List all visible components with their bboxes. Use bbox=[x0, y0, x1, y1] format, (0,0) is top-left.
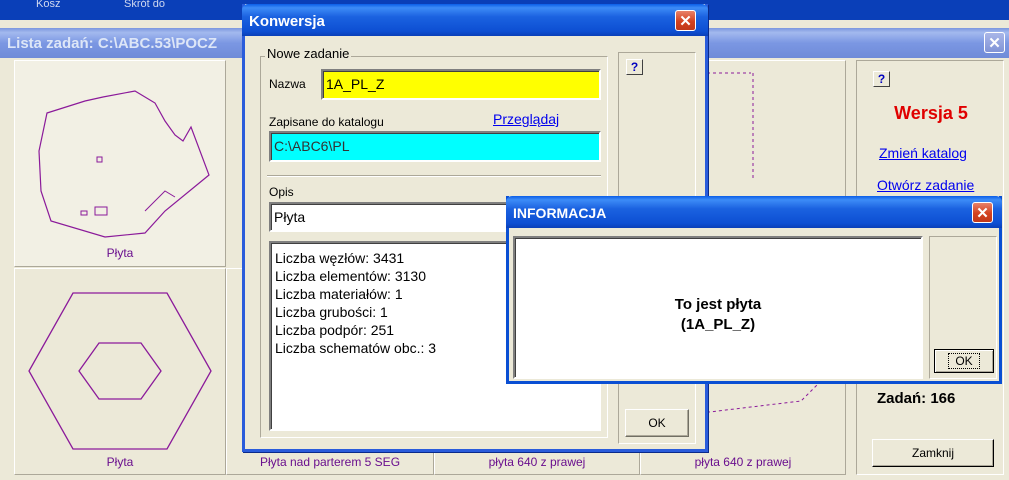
informacja-side: OK bbox=[929, 236, 997, 379]
close-icon: ✕ bbox=[976, 204, 989, 222]
name-value: 1A_PL_Z bbox=[326, 76, 385, 92]
separator bbox=[267, 175, 601, 177]
change-dir-link[interactable]: Zmień katalog bbox=[879, 145, 967, 161]
message-box: To jest płyta (1A_PL_Z) bbox=[513, 236, 923, 379]
close-icon: ✕ bbox=[988, 34, 1001, 52]
message-line-2: (1A_PL_Z) bbox=[680, 316, 756, 333]
new-task-group-label: Nowe zadanie bbox=[265, 46, 352, 61]
thumbnail-3-label: Płyta nad parterem 5 SEG bbox=[259, 455, 401, 469]
informacja-dialog: INFORMACJA ✕ To jest płyta (1A_PL_Z) OK bbox=[506, 196, 1002, 384]
task-count: Zadań: 166 bbox=[877, 390, 956, 407]
thumbnail-1-label: Płyta bbox=[106, 246, 134, 260]
stat-line: Liczba materiałów: 1 bbox=[275, 286, 403, 302]
task-list-title: Lista zadań: C:\ABC.53\POCZ bbox=[7, 35, 218, 52]
stat-line: Liczba grubości: 1 bbox=[275, 304, 388, 320]
close-icon: ✕ bbox=[679, 12, 692, 30]
thumbnail-2[interactable]: Płyta bbox=[14, 268, 226, 475]
thumbnail-1[interactable]: Płyta bbox=[14, 60, 226, 267]
stat-line: Liczba schematów obc.: 3 bbox=[275, 340, 437, 356]
desktop-item-kosz[interactable]: Kosz bbox=[36, 0, 60, 10]
konwersja-title: Konwersja bbox=[249, 13, 325, 30]
close-list-button[interactable]: Zamknij bbox=[872, 439, 994, 467]
konwersja-ok-button[interactable]: OK bbox=[625, 409, 689, 437]
informacja-title: INFORMACJA bbox=[513, 205, 607, 221]
side-help-button[interactable]: ? bbox=[873, 71, 890, 87]
version-label: Wersja 5 bbox=[894, 103, 968, 123]
browse-link[interactable]: Przeglądaj bbox=[493, 111, 559, 127]
konwersja-close-button[interactable]: ✕ bbox=[675, 10, 696, 31]
informacja-ok-button[interactable]: OK bbox=[934, 349, 994, 373]
thumbnail-4-label: płyta 640 z prawej bbox=[488, 455, 586, 469]
informacja-close-button[interactable]: ✕ bbox=[972, 202, 993, 223]
stat-line: Liczba węzłów: 3431 bbox=[275, 250, 405, 266]
open-task-link[interactable]: Otwórz zadanie bbox=[877, 177, 974, 193]
dir-label: Zapisane do katalogu bbox=[269, 115, 384, 129]
help-icon: ? bbox=[630, 60, 639, 74]
dir-value: C:\ABC6\PL bbox=[274, 138, 350, 154]
hexagon-outline bbox=[28, 292, 212, 450]
name-label: Nazwa bbox=[269, 77, 306, 91]
desc-label: Opis bbox=[269, 185, 294, 199]
desktop-item-skrot[interactable]: Skrót do bbox=[124, 0, 165, 10]
informacja-title-bar[interactable]: INFORMACJA bbox=[506, 196, 1002, 228]
message-line-1: To jest płyta bbox=[674, 296, 762, 313]
dir-field[interactable]: C:\ABC6\PL bbox=[269, 131, 601, 162]
name-field[interactable]: 1A_PL_Z bbox=[321, 69, 601, 100]
konwersja-title-bar[interactable]: Konwersja bbox=[242, 4, 708, 36]
task-list-close-button[interactable]: ✕ bbox=[984, 32, 1005, 53]
thumbnail-2-label: Płyta bbox=[106, 455, 134, 469]
ok-label: OK bbox=[948, 353, 980, 369]
desc-value: Płyta bbox=[274, 209, 306, 225]
stat-line: Liczba podpór: 251 bbox=[275, 322, 395, 338]
thumbnail-5-label: płyta 640 z prawej bbox=[694, 455, 792, 469]
konwersja-help-button[interactable]: ? bbox=[626, 59, 643, 75]
plate-outline-1 bbox=[38, 90, 210, 238]
stat-line: Liczba elementów: 3130 bbox=[275, 268, 426, 284]
help-icon: ? bbox=[877, 72, 886, 86]
